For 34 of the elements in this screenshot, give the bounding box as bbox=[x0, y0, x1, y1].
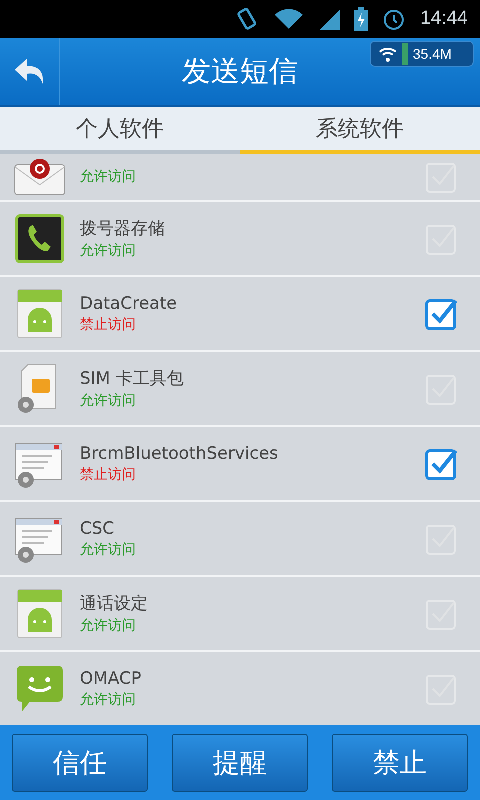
signal-icon bbox=[318, 8, 340, 30]
access-status: 允许访问 bbox=[80, 242, 137, 260]
alarm-clock-icon bbox=[382, 7, 406, 31]
access-status: 禁止访问 bbox=[80, 466, 137, 484]
app-name: CSC bbox=[80, 518, 116, 538]
access-status: 允许访问 bbox=[80, 540, 137, 558]
action-button[interactable]: 禁止 bbox=[332, 734, 468, 792]
app-name: SIM 卡工具包 bbox=[80, 368, 185, 390]
phone-icon bbox=[14, 212, 66, 264]
page-title: 发送短信 bbox=[182, 52, 298, 90]
app-row[interactable]: SIM 卡工具包 允许访问 bbox=[0, 352, 480, 427]
access-status: 允许访问 bbox=[80, 392, 137, 410]
action-button[interactable]: 提醒 bbox=[172, 734, 308, 792]
access-status: 允许访问 bbox=[80, 168, 137, 186]
app-row[interactable]: CSC 允许访问 bbox=[0, 502, 480, 577]
battery-icon bbox=[354, 7, 368, 31]
traffic-amount: 35.4M bbox=[413, 46, 452, 62]
access-status: 禁止访问 bbox=[80, 316, 137, 334]
meter-bar-icon bbox=[402, 43, 408, 65]
app-row[interactable]: 拨号器存储 允许访问 bbox=[0, 202, 480, 277]
app-row[interactable]: DataCreate 禁止访问 bbox=[0, 277, 480, 352]
wifi-icon bbox=[274, 8, 304, 30]
app-name: 通话设定 bbox=[80, 593, 149, 615]
app-name: DataCreate bbox=[80, 294, 178, 314]
app-name: OMACP bbox=[80, 668, 143, 688]
action-button[interactable]: 信任 bbox=[12, 734, 148, 792]
access-status: 允许访问 bbox=[80, 690, 137, 708]
app-name: BrcmBluetoothServices bbox=[80, 444, 280, 464]
app-row[interactable]: 通话设定 允许访问 bbox=[0, 577, 480, 652]
app-name: 拨号器存储 bbox=[80, 218, 166, 240]
access-status: 允许访问 bbox=[80, 617, 137, 635]
app-row[interactable]: BrcmBluetoothServices 禁止访问 bbox=[0, 427, 480, 502]
wifi-icon bbox=[379, 45, 397, 63]
clock-time: 14:44 bbox=[420, 8, 468, 30]
